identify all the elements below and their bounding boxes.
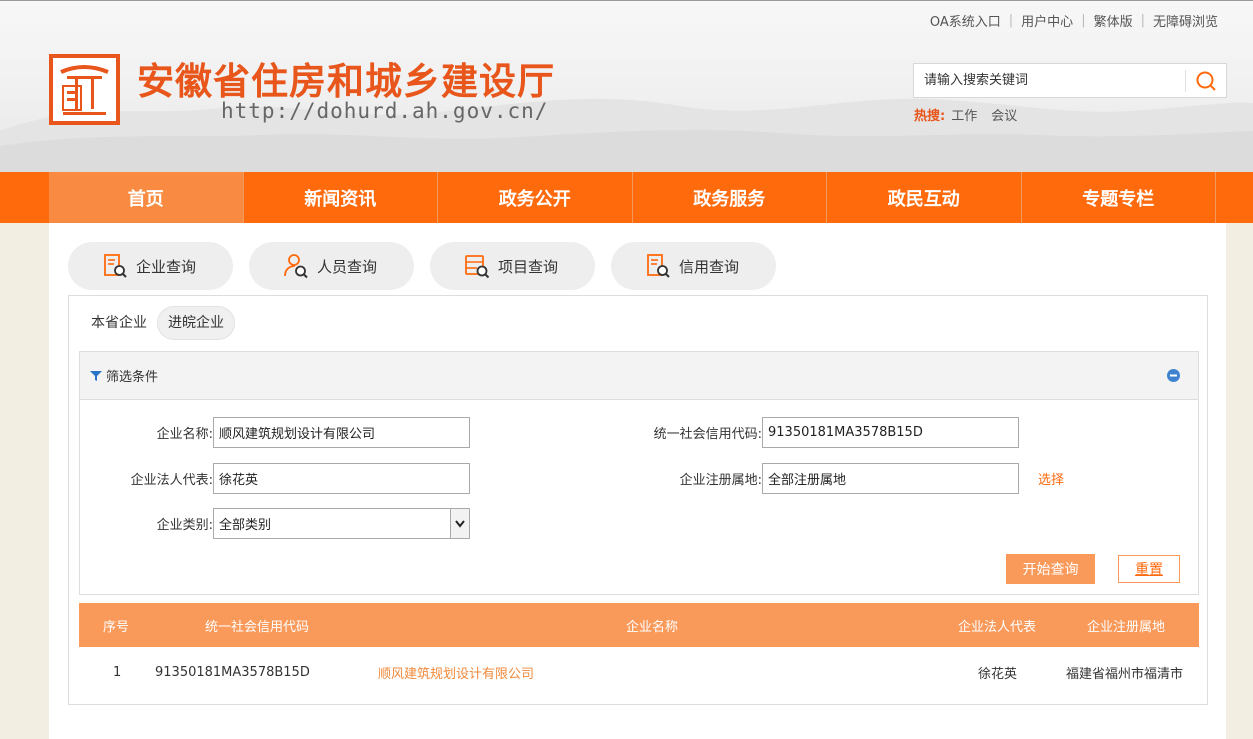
- legal-rep-field[interactable]: [213, 463, 470, 494]
- tab-project-query[interactable]: 项目查询: [430, 242, 595, 290]
- tab-local-companies[interactable]: 本省企业: [81, 306, 157, 340]
- credit-code-label: 统一社会信用代码:: [653, 427, 762, 442]
- category-label: 企业类别:: [156, 518, 213, 533]
- separator: |: [1081, 13, 1086, 28]
- start-query-button[interactable]: 开始查询: [1006, 554, 1095, 584]
- reg-place-label: 企业注册属地:: [679, 473, 762, 488]
- tab-label: 项目查询: [498, 257, 559, 276]
- choose-place-link[interactable]: 选择: [1038, 469, 1064, 488]
- site-url: http://dohurd.ah.gov.cn/: [221, 99, 549, 123]
- nav-item-services[interactable]: 政务服务: [633, 172, 827, 223]
- search-icon: [1196, 71, 1216, 91]
- cell-index: 1: [113, 664, 122, 680]
- filter-icon: [90, 370, 102, 381]
- hot-word-work[interactable]: 工作: [951, 105, 977, 124]
- search-box: [913, 63, 1227, 98]
- company-name-label: 企业名称:: [156, 427, 213, 442]
- sub-tabs: 本省企业 进皖企业: [81, 306, 235, 340]
- person-search-icon: [284, 254, 308, 279]
- tab-incoming-companies[interactable]: 进皖企业: [157, 306, 235, 340]
- reset-button[interactable]: 重置: [1118, 555, 1180, 583]
- company-name-row: 企业名称:: [80, 417, 470, 448]
- separator: |: [1008, 13, 1014, 28]
- hot-search: 热搜: 工作 会议: [914, 105, 1031, 124]
- tab-company-query[interactable]: 企业查询: [68, 242, 233, 290]
- column-header-company-name: 企业名称: [626, 619, 679, 635]
- query-panel: 本省企业 进皖企业 筛选条件 企业名称: 顺风建筑规划设计有限公司 统一社会信用…: [68, 295, 1208, 705]
- credit-code-row: 统一社会信用代码:: [580, 417, 1019, 448]
- nav-item-home[interactable]: 首页: [49, 172, 244, 223]
- tab-label: 信用查询: [679, 257, 740, 276]
- cell-credit-code: 91350181MA3578B15D: [155, 664, 310, 680]
- project-search-icon: [465, 255, 490, 279]
- tab-person-query[interactable]: 人员查询: [249, 242, 414, 290]
- company-name-link[interactable]: 顺风建筑规划设计有限公司: [378, 647, 534, 697]
- main-nav: 首页 新闻资讯 政务公开 政务服务 政民互动 专题专栏: [0, 172, 1253, 223]
- nav-item-special-topics[interactable]: 专题专栏: [1022, 172, 1216, 223]
- traditional-chinese-link[interactable]: 繁体版: [1094, 11, 1133, 30]
- reg-place-field[interactable]: [762, 463, 1019, 494]
- legal-rep-label: 企业法人代表:: [130, 473, 213, 488]
- table-row: 1 91350181MA3578B15D 顺风建筑规划设计有限公司 徐花英 福建…: [79, 647, 1199, 697]
- filter-header: 筛选条件: [80, 352, 1198, 400]
- cell-reg-place: 福建省福州市福清市: [1066, 666, 1184, 682]
- query-tabs: 企业查询 人员查询 项目查询 信用查询: [68, 242, 792, 290]
- reg-place-row: 企业注册属地: 选择: [580, 463, 1064, 494]
- hot-word-meeting[interactable]: 会议: [991, 105, 1017, 124]
- hot-search-label: 热搜:: [914, 109, 946, 124]
- filter-section: 筛选条件 企业名称: 统一社会信用代码: 企业法人代表:: [79, 351, 1199, 595]
- column-header-index: 序号: [103, 619, 130, 635]
- nav-item-interaction[interactable]: 政民互动: [827, 172, 1022, 223]
- nav-item-news[interactable]: 新闻资讯: [244, 172, 438, 223]
- company-name-field[interactable]: [213, 417, 470, 448]
- top-links: OA系统入口 | 用户中心 | 繁体版 | 无障碍浏览: [930, 11, 1218, 30]
- results-table-header: 序号 统一社会信用代码 企业名称 企业法人代表 企业注册属地: [79, 603, 1199, 647]
- column-header-credit-code: 统一社会信用代码: [205, 619, 310, 635]
- user-center-link[interactable]: 用户中心: [1021, 11, 1073, 30]
- separator: |: [1140, 13, 1145, 28]
- accessibility-link[interactable]: 无障碍浏览: [1153, 11, 1218, 30]
- credit-code-field[interactable]: [762, 417, 1019, 448]
- site-title: 安徽省住房和城乡建设厅: [137, 60, 555, 103]
- main-content: 企业查询 人员查询 项目查询 信用查询 本省企业 进皖企业 筛选条件 企业名称:…: [49, 223, 1226, 739]
- legal-rep-row: 企业法人代表:: [80, 463, 470, 494]
- nav-item-government-affairs[interactable]: 政务公开: [438, 172, 633, 223]
- search-button[interactable]: [1186, 64, 1226, 97]
- oa-link[interactable]: OA系统入口: [930, 11, 1001, 30]
- site-header: OA系统入口 | 用户中心 | 繁体版 | 无障碍浏览 安徽省住房和城乡建设厅 …: [0, 0, 1253, 172]
- company-document-icon: [104, 254, 127, 278]
- credit-document-icon: [647, 254, 670, 278]
- category-selected-value: 全部类别: [219, 518, 272, 533]
- tab-label: 人员查询: [317, 257, 378, 276]
- column-header-reg-place: 企业注册属地: [1087, 619, 1166, 635]
- search-input[interactable]: [914, 64, 1186, 97]
- filter-title: 筛选条件: [106, 370, 159, 385]
- category-row: 企业类别: 全部类别: [80, 508, 470, 539]
- logo-icon: [49, 54, 120, 125]
- column-header-legal-rep: 企业法人代表: [958, 619, 1037, 635]
- category-select[interactable]: 全部类别: [213, 508, 470, 539]
- collapse-icon[interactable]: [1167, 369, 1180, 386]
- cell-legal-rep: 徐花英: [978, 666, 1018, 682]
- tab-credit-query[interactable]: 信用查询: [611, 242, 776, 290]
- chevron-down-icon[interactable]: [450, 509, 469, 538]
- tab-label: 企业查询: [136, 257, 197, 276]
